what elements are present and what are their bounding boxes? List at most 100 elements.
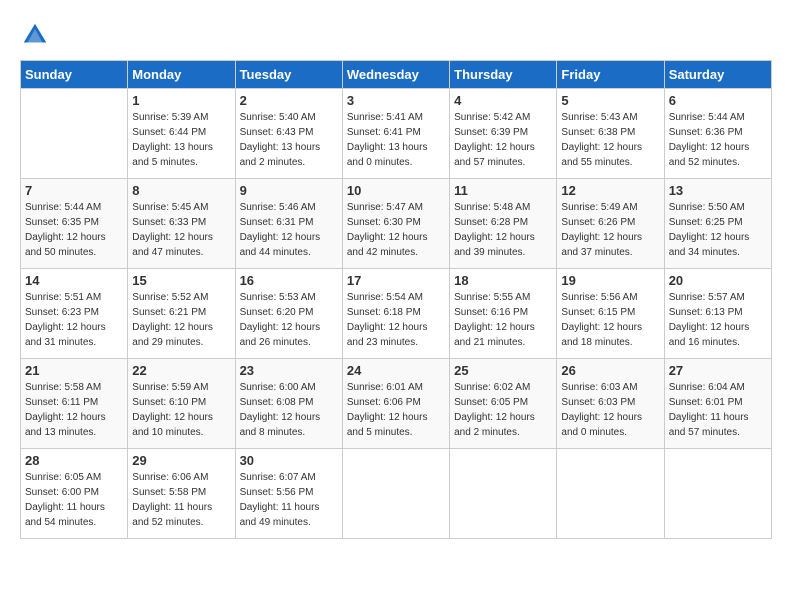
day-number: 3: [347, 93, 445, 108]
day-number: 15: [132, 273, 230, 288]
calendar-day-cell: 30 Sunrise: 6:07 AM Sunset: 5:56 PM Dayli…: [235, 449, 342, 539]
day-number: 10: [347, 183, 445, 198]
calendar-week-row: 1 Sunrise: 5:39 AM Sunset: 6:44 PM Daylig…: [21, 89, 772, 179]
calendar-day-cell: 2 Sunrise: 5:40 AM Sunset: 6:43 PM Daylig…: [235, 89, 342, 179]
day-info: Sunrise: 5:59 AM Sunset: 6:10 PM Dayligh…: [132, 380, 230, 440]
calendar-day-cell: 23 Sunrise: 6:00 AM Sunset: 6:08 PM Dayli…: [235, 359, 342, 449]
day-info: Sunrise: 6:03 AM Sunset: 6:03 PM Dayligh…: [561, 380, 659, 440]
day-number: 23: [240, 363, 338, 378]
day-number: 11: [454, 183, 552, 198]
calendar-day-cell: 29 Sunrise: 6:06 AM Sunset: 5:58 PM Dayli…: [128, 449, 235, 539]
day-info: Sunrise: 6:05 AM Sunset: 6:00 PM Dayligh…: [25, 470, 123, 530]
calendar-day-cell: 24Sunrise: 6:01 AM Sunset: 6:06 PM Dayli…: [342, 359, 449, 449]
calendar-day-cell: 22 Sunrise: 5:59 AM Sunset: 6:10 PM Dayli…: [128, 359, 235, 449]
weekday-header: Saturday: [664, 61, 771, 89]
calendar-day-cell: 27Sunrise: 6:04 AM Sunset: 6:01 PM Dayli…: [664, 359, 771, 449]
day-number: 20: [669, 273, 767, 288]
calendar-day-cell: [450, 449, 557, 539]
day-number: 25: [454, 363, 552, 378]
logo-icon: [20, 20, 50, 50]
calendar-day-cell: 6 Sunrise: 5:44 AM Sunset: 6:36 PM Daylig…: [664, 89, 771, 179]
calendar-day-cell: [664, 449, 771, 539]
day-number: 28: [25, 453, 123, 468]
day-info: Sunrise: 5:57 AM Sunset: 6:13 PM Dayligh…: [669, 290, 767, 350]
day-number: 29: [132, 453, 230, 468]
day-number: 13: [669, 183, 767, 198]
day-info: Sunrise: 5:50 AM Sunset: 6:25 PM Dayligh…: [669, 200, 767, 260]
day-info: Sunrise: 6:06 AM Sunset: 5:58 PM Dayligh…: [132, 470, 230, 530]
weekday-header: Sunday: [21, 61, 128, 89]
calendar-day-cell: 25 Sunrise: 6:02 AM Sunset: 6:05 PM Dayli…: [450, 359, 557, 449]
day-info: Sunrise: 5:45 AM Sunset: 6:33 PM Dayligh…: [132, 200, 230, 260]
day-info: Sunrise: 5:53 AM Sunset: 6:20 PM Dayligh…: [240, 290, 338, 350]
day-info: Sunrise: 5:58 AM Sunset: 6:11 PM Dayligh…: [25, 380, 123, 440]
calendar-day-cell: 20 Sunrise: 5:57 AM Sunset: 6:13 PM Dayli…: [664, 269, 771, 359]
day-info: Sunrise: 6:02 AM Sunset: 6:05 PM Dayligh…: [454, 380, 552, 440]
day-info: Sunrise: 5:44 AM Sunset: 6:35 PM Dayligh…: [25, 200, 123, 260]
weekday-header: Thursday: [450, 61, 557, 89]
day-info: Sunrise: 5:43 AM Sunset: 6:38 PM Dayligh…: [561, 110, 659, 170]
weekday-header: Monday: [128, 61, 235, 89]
calendar-day-cell: 21Sunrise: 5:58 AM Sunset: 6:11 PM Dayli…: [21, 359, 128, 449]
calendar-day-cell: 26 Sunrise: 6:03 AM Sunset: 6:03 PM Dayli…: [557, 359, 664, 449]
calendar-day-cell: 28 Sunrise: 6:05 AM Sunset: 6:00 PM Dayli…: [21, 449, 128, 539]
day-number: 1: [132, 93, 230, 108]
day-number: 4: [454, 93, 552, 108]
day-number: 19: [561, 273, 659, 288]
day-number: 30: [240, 453, 338, 468]
day-info: Sunrise: 5:55 AM Sunset: 6:16 PM Dayligh…: [454, 290, 552, 350]
day-info: Sunrise: 5:48 AM Sunset: 6:28 PM Dayligh…: [454, 200, 552, 260]
day-number: 24: [347, 363, 445, 378]
calendar-day-cell: [21, 89, 128, 179]
calendar-header-row: SundayMondayTuesdayWednesdayThursdayFrid…: [21, 61, 772, 89]
day-info: Sunrise: 5:49 AM Sunset: 6:26 PM Dayligh…: [561, 200, 659, 260]
calendar-day-cell: 13 Sunrise: 5:50 AM Sunset: 6:25 PM Dayli…: [664, 179, 771, 269]
day-number: 2: [240, 93, 338, 108]
day-info: Sunrise: 6:07 AM Sunset: 5:56 PM Dayligh…: [240, 470, 338, 530]
calendar-day-cell: 5 Sunrise: 5:43 AM Sunset: 6:38 PM Daylig…: [557, 89, 664, 179]
page-header: [20, 20, 772, 50]
day-info: Sunrise: 5:46 AM Sunset: 6:31 PM Dayligh…: [240, 200, 338, 260]
calendar-day-cell: 1 Sunrise: 5:39 AM Sunset: 6:44 PM Daylig…: [128, 89, 235, 179]
calendar-day-cell: 11 Sunrise: 5:48 AM Sunset: 6:28 PM Dayli…: [450, 179, 557, 269]
day-info: Sunrise: 5:39 AM Sunset: 6:44 PM Dayligh…: [132, 110, 230, 170]
day-number: 9: [240, 183, 338, 198]
calendar-day-cell: 3 Sunrise: 5:41 AM Sunset: 6:41 PM Daylig…: [342, 89, 449, 179]
day-info: Sunrise: 5:44 AM Sunset: 6:36 PM Dayligh…: [669, 110, 767, 170]
day-number: 14: [25, 273, 123, 288]
day-number: 27: [669, 363, 767, 378]
day-info: Sunrise: 6:00 AM Sunset: 6:08 PM Dayligh…: [240, 380, 338, 440]
calendar-day-cell: 17 Sunrise: 5:54 AM Sunset: 6:18 PM Dayli…: [342, 269, 449, 359]
calendar-day-cell: 14 Sunrise: 5:51 AM Sunset: 6:23 PM Dayli…: [21, 269, 128, 359]
calendar-day-cell: 10 Sunrise: 5:47 AM Sunset: 6:30 PM Dayli…: [342, 179, 449, 269]
day-number: 17: [347, 273, 445, 288]
day-number: 5: [561, 93, 659, 108]
calendar-week-row: 28 Sunrise: 6:05 AM Sunset: 6:00 PM Dayli…: [21, 449, 772, 539]
day-number: 18: [454, 273, 552, 288]
calendar-week-row: 14 Sunrise: 5:51 AM Sunset: 6:23 PM Dayli…: [21, 269, 772, 359]
day-number: 12: [561, 183, 659, 198]
calendar-week-row: 21Sunrise: 5:58 AM Sunset: 6:11 PM Dayli…: [21, 359, 772, 449]
day-number: 6: [669, 93, 767, 108]
day-number: 16: [240, 273, 338, 288]
day-info: Sunrise: 5:52 AM Sunset: 6:21 PM Dayligh…: [132, 290, 230, 350]
day-info: Sunrise: 5:41 AM Sunset: 6:41 PM Dayligh…: [347, 110, 445, 170]
calendar-week-row: 7 Sunrise: 5:44 AM Sunset: 6:35 PM Daylig…: [21, 179, 772, 269]
day-number: 22: [132, 363, 230, 378]
day-number: 7: [25, 183, 123, 198]
day-number: 8: [132, 183, 230, 198]
day-info: Sunrise: 5:51 AM Sunset: 6:23 PM Dayligh…: [25, 290, 123, 350]
day-info: Sunrise: 5:47 AM Sunset: 6:30 PM Dayligh…: [347, 200, 445, 260]
calendar-day-cell: 7 Sunrise: 5:44 AM Sunset: 6:35 PM Daylig…: [21, 179, 128, 269]
day-info: Sunrise: 5:54 AM Sunset: 6:18 PM Dayligh…: [347, 290, 445, 350]
day-number: 26: [561, 363, 659, 378]
calendar-day-cell: [557, 449, 664, 539]
calendar-table: SundayMondayTuesdayWednesdayThursdayFrid…: [20, 60, 772, 539]
day-info: Sunrise: 5:42 AM Sunset: 6:39 PM Dayligh…: [454, 110, 552, 170]
weekday-header: Wednesday: [342, 61, 449, 89]
calendar-day-cell: 12 Sunrise: 5:49 AM Sunset: 6:26 PM Dayli…: [557, 179, 664, 269]
day-info: Sunrise: 5:56 AM Sunset: 6:15 PM Dayligh…: [561, 290, 659, 350]
day-info: Sunrise: 5:40 AM Sunset: 6:43 PM Dayligh…: [240, 110, 338, 170]
weekday-header: Tuesday: [235, 61, 342, 89]
calendar-day-cell: 9 Sunrise: 5:46 AM Sunset: 6:31 PM Daylig…: [235, 179, 342, 269]
